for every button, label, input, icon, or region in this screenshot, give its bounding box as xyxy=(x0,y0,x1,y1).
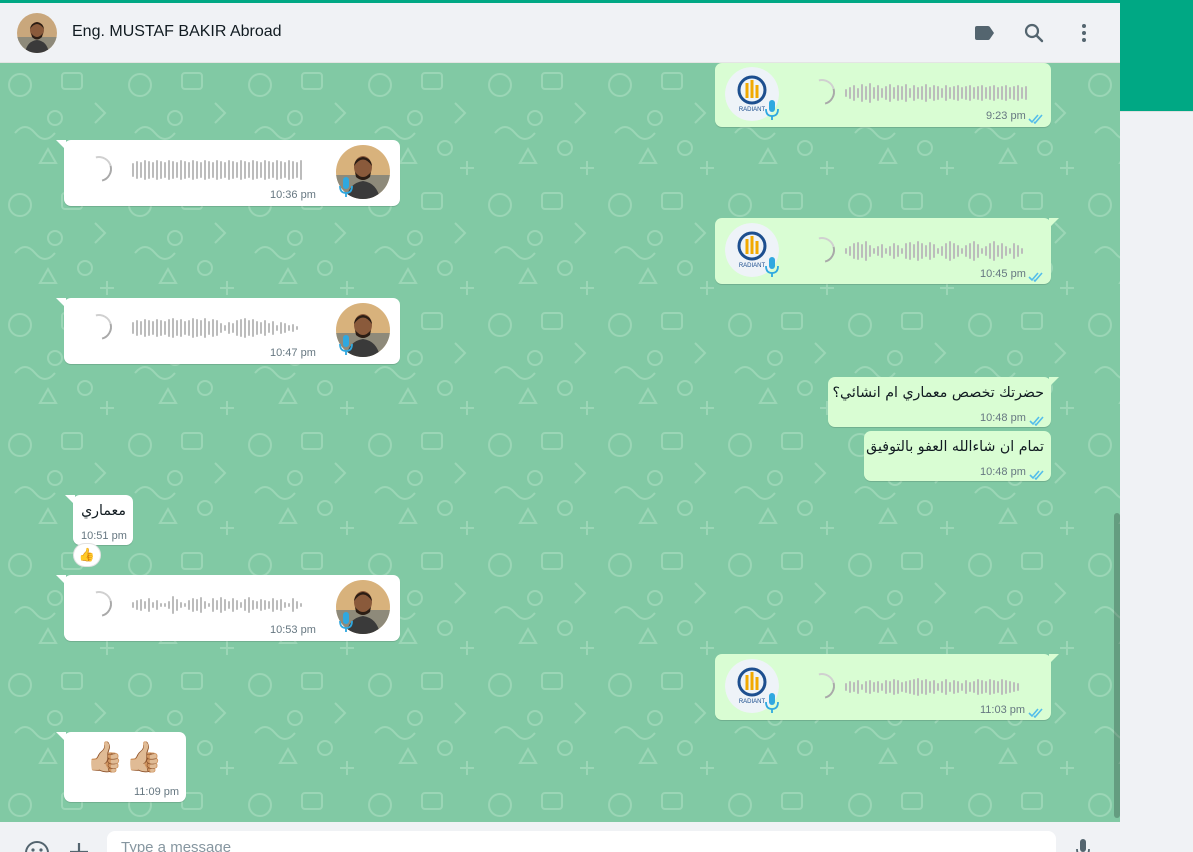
bubble-tail xyxy=(56,575,66,585)
message-voice-incoming[interactable]: 10:36 pm xyxy=(56,140,400,206)
loading-spinner xyxy=(804,74,840,110)
message-time: 10:47 pm xyxy=(270,347,316,359)
contact-photo-icon xyxy=(17,13,57,53)
svg-text:RADIANT: RADIANT xyxy=(739,107,766,113)
emoji-message: 👍🏼👍🏼 xyxy=(86,740,165,775)
microphone-icon xyxy=(765,256,779,278)
microphone-icon xyxy=(339,176,353,198)
chat-window: Eng. MUSTAF BAKIR Abroad RADIANT 9:23 pm… xyxy=(0,3,1120,852)
message-text-incoming[interactable]: معماري 10:51 pm xyxy=(65,495,133,545)
message-time: 9:23 pm xyxy=(986,110,1026,122)
svg-text:RADIANT: RADIANT xyxy=(739,263,766,269)
message-time: 10:53 pm xyxy=(270,624,316,636)
message-text-outgoing[interactable]: حضرتك تخصص معماري ام انشائي؟ 10:48 pm xyxy=(828,377,1059,427)
read-ticks-icon xyxy=(1028,269,1044,283)
message-voice-incoming[interactable]: 10:47 pm xyxy=(56,298,400,364)
label-icon[interactable] xyxy=(972,21,996,45)
voice-waveform[interactable] xyxy=(845,676,1019,698)
voice-waveform[interactable] xyxy=(132,159,302,181)
message-voice-outgoing[interactable]: RADIANT 11:03 pm xyxy=(715,654,1059,720)
composer-bar xyxy=(0,822,1120,852)
voice-waveform[interactable] xyxy=(132,594,302,616)
read-ticks-icon xyxy=(1028,705,1044,719)
attach-icon[interactable] xyxy=(67,840,91,852)
right-panel-accent xyxy=(1120,0,1193,111)
message-time: 10:36 pm xyxy=(270,189,316,201)
message-text: معماري xyxy=(81,503,126,519)
microphone-icon xyxy=(765,692,779,714)
message-voice-outgoing[interactable]: RADIANT 10:45 pm xyxy=(715,218,1059,284)
microphone-icon xyxy=(339,334,353,356)
message-list[interactable]: RADIANT 9:23 pm 10:36 pm RADIANT 10:45 p… xyxy=(0,63,1120,822)
message-voice-outgoing[interactable]: RADIANT 9:23 pm xyxy=(715,63,1051,127)
message-input[interactable] xyxy=(121,839,1021,852)
loading-spinner xyxy=(81,586,117,622)
message-time: 10:51 pm xyxy=(81,530,127,542)
message-time: 11:09 pm xyxy=(134,786,180,798)
microphone-icon xyxy=(339,611,353,633)
message-time: 10:48 pm xyxy=(980,466,1026,478)
contact-avatar[interactable] xyxy=(17,13,57,53)
message-input-box[interactable] xyxy=(107,831,1056,852)
message-text-outgoing[interactable]: تمام ان شاءالله العفو بالتوفيق 10:48 pm xyxy=(864,431,1051,481)
message-time: 11:03 pm xyxy=(980,704,1026,716)
search-icon[interactable] xyxy=(1022,21,1046,45)
loading-spinner xyxy=(804,668,840,704)
message-time: 10:45 pm xyxy=(980,268,1026,280)
message-voice-incoming[interactable]: 10:53 pm xyxy=(56,575,400,641)
emoji-icon[interactable] xyxy=(24,840,50,852)
microphone-icon xyxy=(765,99,779,121)
bubble-tail xyxy=(1049,654,1059,664)
message-text: حضرتك تخصص معماري ام انشائي؟ xyxy=(832,385,1044,401)
voice-waveform[interactable] xyxy=(845,82,1027,104)
svg-text:RADIANT: RADIANT xyxy=(739,699,766,705)
bubble-tail xyxy=(65,495,75,505)
bubble-tail xyxy=(56,298,66,308)
menu-icon[interactable] xyxy=(1072,21,1096,45)
read-ticks-icon xyxy=(1029,413,1045,427)
read-ticks-icon xyxy=(1028,111,1044,125)
bubble-tail xyxy=(1049,218,1059,228)
read-ticks-icon xyxy=(1029,467,1045,481)
voice-waveform[interactable] xyxy=(845,240,1023,262)
voice-waveform[interactable] xyxy=(132,317,298,339)
chat-header: Eng. MUSTAF BAKIR Abroad xyxy=(0,3,1120,63)
bubble-tail xyxy=(56,732,66,742)
bubble-tail xyxy=(1049,377,1059,387)
right-panel-divider xyxy=(1120,111,1193,112)
message-emoji-incoming[interactable]: 👍🏼👍🏼 11:09 pm xyxy=(56,732,186,802)
contact-name[interactable]: Eng. MUSTAF BAKIR Abroad xyxy=(72,23,282,41)
microphone-icon[interactable] xyxy=(1076,838,1090,852)
bubble-tail xyxy=(56,140,66,150)
message-scrollbar[interactable] xyxy=(1114,513,1120,818)
message-time: 10:48 pm xyxy=(980,412,1026,424)
message-text: تمام ان شاءالله العفو بالتوفيق xyxy=(866,439,1044,455)
right-side-panel xyxy=(1120,0,1193,852)
message-reaction[interactable]: 👍 xyxy=(73,543,101,567)
loading-spinner xyxy=(804,232,840,268)
loading-spinner xyxy=(81,151,117,187)
loading-spinner xyxy=(81,309,117,345)
